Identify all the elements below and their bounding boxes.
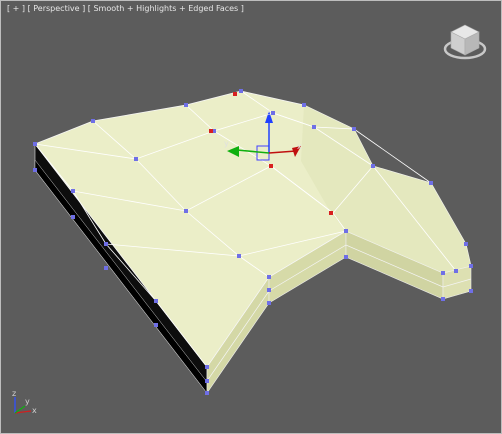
tripod-x-label: x <box>32 406 37 415</box>
scene-canvas[interactable]: z y x <box>1 1 501 433</box>
viewcube-icon[interactable] <box>441 19 489 67</box>
perspective-viewport[interactable]: [ + ] [ Perspective ] [ Smooth + Highlig… <box>0 0 502 434</box>
gizmo-z-label: z <box>266 108 270 117</box>
tripod-y-label: y <box>25 397 30 406</box>
world-axis-tripod: z x y <box>12 389 37 415</box>
gizmo-y-label: y <box>224 139 229 148</box>
gizmo-x-label: x <box>297 142 302 151</box>
tripod-z-label: z <box>12 389 16 398</box>
